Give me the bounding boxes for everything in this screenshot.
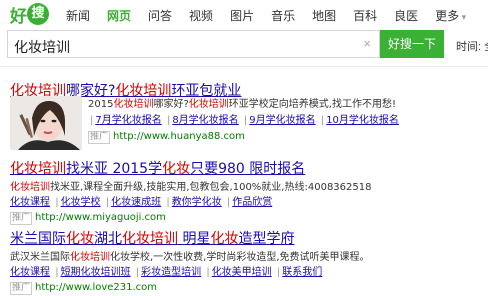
- search-button[interactable]: 好搜一下: [380, 30, 444, 58]
- result-item: 米兰国际化妆湖北化妆培训 明星化妆造型学府 武汉米兰国际化妆培训化妆学校,一次性…: [10, 228, 480, 295]
- logo[interactable]: 好 搜: [10, 3, 49, 27]
- result-thumbnail[interactable]: [10, 96, 82, 150]
- sitelink[interactable]: 彩妆造型培训: [141, 267, 201, 278]
- sitelink[interactable]: 教你学化妆: [172, 197, 222, 208]
- nav-tabs: 新闻 网页 问答 视频 图片 音乐 地图 百科 良医 更多: [66, 7, 483, 24]
- tab-qa[interactable]: 问答: [148, 7, 172, 24]
- sitelink[interactable]: 10月学化妆报名: [326, 115, 399, 126]
- tab-video[interactable]: 视频: [189, 7, 213, 24]
- sitelink[interactable]: 9月学化妆报名: [249, 115, 315, 126]
- sitelink[interactable]: 7月学化妆报名: [95, 115, 161, 126]
- result-url-row: 推广 http://www.huanya88.com: [88, 130, 480, 144]
- result-description: 化妆培训找米亚,课程全面升级,技能实用,包教包会,100%就业,热线:40083…: [10, 182, 372, 193]
- sitelink[interactable]: 化妆速成班: [111, 197, 161, 208]
- result-item: 化妆培训找米亚 2015学化妆只要980 限时报名 化妆培训找米亚,课程全面升级…: [10, 158, 480, 225]
- sitelink[interactable]: 化妆美甲培训: [212, 267, 272, 278]
- tab-health[interactable]: 良医: [394, 7, 418, 24]
- result-url-row: 推广 http://www.love231.com: [10, 281, 480, 295]
- divider: [0, 66, 488, 67]
- search-box[interactable]: 化妆培训 ×: [7, 30, 380, 58]
- makeup-model-image: [10, 96, 82, 150]
- tab-maps[interactable]: 地图: [312, 7, 336, 24]
- result-url[interactable]: http://www.miyaguoji.com: [35, 212, 166, 223]
- tab-baike[interactable]: 百科: [353, 7, 377, 24]
- result-url[interactable]: http://www.love231.com: [35, 282, 157, 293]
- sitelink[interactable]: 化妆课程: [10, 267, 50, 278]
- tab-web[interactable]: 网页: [107, 7, 131, 24]
- result-sitelinks: 化妆课程 | 化妆学校 | 化妆速成班 | 教你学化妆 | 作品欣赏: [10, 197, 273, 208]
- tab-news[interactable]: 新闻: [66, 7, 90, 24]
- result-title[interactable]: 化妆培训找米亚 2015学化妆只要980 限时报名: [10, 158, 480, 178]
- sitelink[interactable]: 化妆课程: [10, 197, 50, 208]
- ad-badge: 推广: [10, 212, 33, 225]
- tab-more[interactable]: 更多: [435, 7, 466, 24]
- logo-text: 好: [10, 6, 27, 27]
- result-title[interactable]: 米兰国际化妆湖北化妆培训 明星化妆造型学府: [10, 228, 480, 248]
- result-sitelinks: | 7月学化妆报名 | 8月学化妆报名 | 9月学化妆报名 | 10月学化妆报名: [90, 115, 399, 126]
- result-sitelinks: 化妆课程 | 短期化妆培训班 | 彩妆造型培训 | 化妆美甲培训 | 联系我们: [10, 267, 323, 278]
- sitelink[interactable]: 8月学化妆报名: [172, 115, 238, 126]
- top-navigation: 好 搜 新闻 网页 问答 视频 图片 音乐 地图 百科 良医 更多: [0, 0, 488, 28]
- result-url-row: 推广 http://www.miyaguoji.com: [10, 211, 480, 225]
- sitelink[interactable]: 联系我们: [282, 267, 322, 278]
- result-description: 2015化妆培训哪家好?化妆培训环亚学校定向培养模式,找工作不用愁!: [88, 99, 396, 110]
- result-url[interactable]: http://www.huanya88.com: [113, 131, 245, 142]
- sitelink[interactable]: 作品欣赏: [232, 197, 272, 208]
- clear-icon[interactable]: ×: [363, 36, 371, 51]
- time-filter[interactable]: 时间: 全: [456, 38, 488, 54]
- result-description: 武汉米兰国际化妆培训化妆学校,一次性收费,学时尚彩妆造型,免费试听美甲课程。: [10, 252, 370, 263]
- result-body: 2015化妆培训哪家好?化妆培训环亚学校定向培养模式,找工作不用愁! | 7月学化…: [88, 98, 480, 144]
- sitelink[interactable]: 短期化妆培训班: [61, 267, 131, 278]
- search-input[interactable]: 化妆培训: [14, 37, 70, 57]
- tab-music[interactable]: 音乐: [271, 7, 295, 24]
- ad-badge: 推广: [10, 282, 33, 295]
- ad-badge: 推广: [88, 131, 111, 144]
- tab-images[interactable]: 图片: [230, 7, 254, 24]
- sitelink[interactable]: 化妆学校: [61, 197, 101, 208]
- logo-badge: 搜: [27, 3, 49, 25]
